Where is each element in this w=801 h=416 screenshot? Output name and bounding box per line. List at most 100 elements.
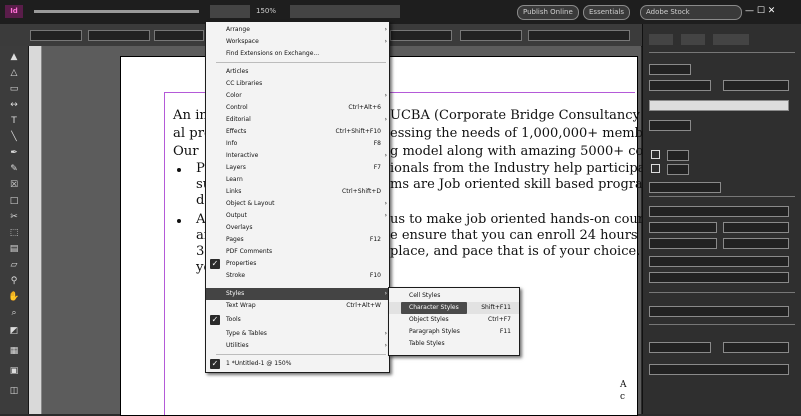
doc-line-7b[interactable]: us to make job oriented hands-on courses <box>390 212 665 227</box>
menu-item-control[interactable]: Control Ctrl+Alt+6 <box>206 102 389 114</box>
workspace-switcher[interactable]: Essentials <box>583 5 631 20</box>
opacity-field[interactable] <box>460 30 522 41</box>
menu-item-tools[interactable]: ✓ Tools <box>206 314 389 326</box>
menu-item-pages[interactable]: Pages F12 <box>206 234 389 246</box>
note-tool-icon[interactable]: ▱ <box>8 260 20 270</box>
menu-item-find-extensions[interactable]: Find Extensions on Exchange... <box>206 48 389 60</box>
reference-point[interactable] <box>30 30 82 41</box>
font-style-field[interactable] <box>649 222 717 233</box>
panel-tab-3[interactable] <box>713 34 749 45</box>
menu-bar[interactable] <box>34 5 204 18</box>
panel-field-a[interactable] <box>649 64 691 75</box>
zoom-level[interactable]: 150% <box>256 5 276 18</box>
doc-footer-2[interactable]: c <box>620 390 625 405</box>
quick-action-1[interactable] <box>649 342 711 353</box>
panel-field-b[interactable] <box>649 80 711 91</box>
menu-item-cc-libraries[interactable]: CC Libraries <box>206 78 389 90</box>
font-family-field[interactable] <box>649 206 789 217</box>
doc-line-1a[interactable]: An in <box>173 108 208 123</box>
text-wrap-field[interactable] <box>649 306 789 317</box>
fill-swatch[interactable] <box>651 150 660 159</box>
doc-line-4b[interactable]: ionals from the Industry help participan… <box>390 161 678 176</box>
page-tool-icon[interactable]: ▭ <box>8 84 20 94</box>
rectangle-tool-icon[interactable]: □ <box>8 196 20 206</box>
paragraph-indent-field[interactable] <box>649 272 789 283</box>
submenu-object-styles[interactable]: Object Styles Ctrl+F7 <box>389 314 519 326</box>
panel-tab-2[interactable] <box>681 34 705 45</box>
tracking-field[interactable] <box>723 238 789 249</box>
menu-item-effects[interactable]: Effects Ctrl+Shift+F10 <box>206 126 389 138</box>
doc-line-3a[interactable]: Our <box>173 144 199 159</box>
menu-item-editorial[interactable]: Editorial › <box>206 114 389 126</box>
screen-mode-icon[interactable]: ◫ <box>8 386 20 396</box>
quick-action-2[interactable] <box>723 342 789 353</box>
doc-line-1b[interactable]: UCBA (Corporate Bridge Consultancy Pvt L <box>390 108 678 123</box>
doc-line-9b[interactable]: place, and pace that is of your choice. … <box>390 244 673 259</box>
menu-item-links[interactable]: Links Ctrl+Shift+D <box>206 186 389 198</box>
leading-field[interactable] <box>649 238 717 249</box>
w-field[interactable] <box>154 30 204 41</box>
font-size-field[interactable] <box>723 222 789 233</box>
free-transform-icon[interactable]: ⬚ <box>8 228 20 238</box>
menu-item-utilities[interactable]: Utilities › <box>206 340 389 352</box>
doc-line-5b[interactable]: ms are Job oriented skill based programs… <box>390 177 682 192</box>
menu-item-properties[interactable]: ✓ Properties <box>206 258 389 270</box>
gap-tool-icon[interactable]: ↔ <box>8 100 20 110</box>
panel-dropdown[interactable] <box>649 100 789 111</box>
menu-item-learn[interactable]: Learn <box>206 174 389 186</box>
pen-tool-icon[interactable]: ✒ <box>8 148 20 158</box>
menu-item-color[interactable]: Color › <box>206 90 389 102</box>
menu-item-text-wrap[interactable]: Text Wrap Ctrl+Alt+W <box>206 300 389 312</box>
eyedropper-icon[interactable]: ⚲ <box>8 276 20 286</box>
doc-line-3b[interactable]: g model along with amazing 5000+ courses <box>390 144 679 159</box>
formatting-icon[interactable]: ▦ <box>8 346 20 356</box>
panel-field-c[interactable] <box>723 80 789 91</box>
menu-item-layers[interactable]: Layers F7 <box>206 162 389 174</box>
view-options[interactable] <box>290 5 400 18</box>
fill-field[interactable] <box>667 150 689 161</box>
panel-tab-1[interactable] <box>649 34 673 45</box>
submenu-character-styles[interactable]: Character Styles Shift+F11 <box>389 302 519 314</box>
stroke-weight[interactable] <box>390 30 452 41</box>
bridge-button[interactable] <box>210 5 250 18</box>
submenu-cell-styles[interactable]: Cell Styles <box>389 290 519 302</box>
line-tool-icon[interactable]: ╲ <box>8 132 20 142</box>
doc-line-8b[interactable]: e ensure that you can enroll 24 hours a … <box>390 228 679 243</box>
doc-line-2b[interactable]: essing the needs of 1,000,000+ members a… <box>390 126 683 141</box>
view-mode-icon[interactable]: ▣ <box>8 366 20 376</box>
stroke-swatch[interactable] <box>651 164 660 173</box>
direct-selection-icon[interactable]: △ <box>8 68 20 78</box>
hand-tool-icon[interactable]: ✋ <box>8 292 20 302</box>
menu-item-styles[interactable]: Styles › <box>206 288 389 300</box>
pencil-tool-icon[interactable]: ✎ <box>8 164 20 174</box>
menu-item-object-layout[interactable]: Object & Layout › <box>206 198 389 210</box>
menu-item-type-tables[interactable]: Type & Tables › <box>206 328 389 340</box>
doc-line-4a[interactable]: P <box>196 161 205 176</box>
menu-item-output[interactable]: Output › <box>206 210 389 222</box>
doc-line-6a[interactable]: d <box>196 193 204 208</box>
quick-action-3[interactable] <box>649 364 789 375</box>
menu-item-arrange[interactable]: Arrange › <box>206 24 389 36</box>
menu-item-stroke[interactable]: Stroke F10 <box>206 270 389 282</box>
stroke-field[interactable] <box>667 164 689 175</box>
publish-online-button[interactable]: Publish Online <box>517 5 579 20</box>
selection-tool-icon[interactable]: ▲ <box>8 52 20 62</box>
gradient-icon[interactable]: ▤ <box>8 244 20 254</box>
menu-item-document-window[interactable]: ✓ 1 *Untitled-1 @ 150% <box>206 358 389 370</box>
panel-field-d[interactable] <box>649 120 691 131</box>
type-tool-icon[interactable]: T <box>8 116 20 126</box>
menu-item-overlays[interactable]: Overlays <box>206 222 389 234</box>
zoom-tool-icon[interactable]: ⌕ <box>8 308 20 318</box>
menu-item-articles[interactable]: Articles <box>206 66 389 78</box>
x-field[interactable] <box>88 30 150 41</box>
submenu-table-styles[interactable]: Table Styles <box>389 338 519 350</box>
frame-fitting-controls[interactable] <box>528 30 630 41</box>
submenu-paragraph-styles[interactable]: Paragraph Styles F11 <box>389 326 519 338</box>
scissors-icon[interactable]: ✂ <box>8 212 20 222</box>
rectangle-frame-icon[interactable]: ☒ <box>8 180 20 190</box>
paragraph-align-buttons[interactable] <box>649 256 789 267</box>
menu-item-workspace[interactable]: Workspace › <box>206 36 389 48</box>
search-input[interactable]: Adobe Stock <box>640 5 742 20</box>
opacity-dropdown[interactable] <box>649 182 721 193</box>
fill-stroke-icon[interactable]: ◩ <box>8 326 20 336</box>
